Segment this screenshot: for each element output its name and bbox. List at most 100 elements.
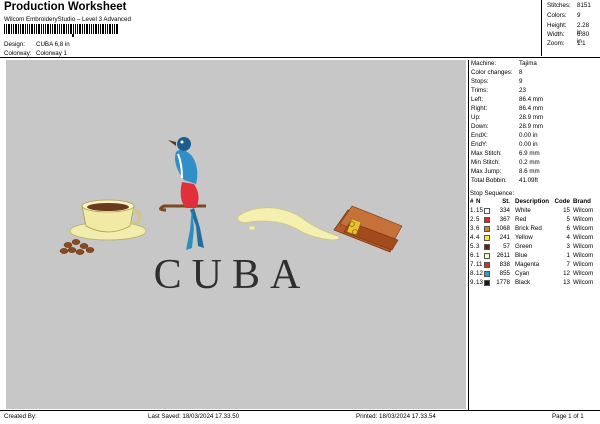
design-row: Design: CUBA 6,8 in xyxy=(4,41,70,48)
sequence-stop: 13 xyxy=(476,279,483,286)
sequence-stop: 3 xyxy=(476,243,480,250)
sequence-num: 2. xyxy=(470,216,476,223)
header-divider xyxy=(0,57,600,58)
sequence-brand: Wilcom xyxy=(573,243,594,250)
sequence-brand: Wilcom xyxy=(573,279,594,286)
colorway-label: Colorway: xyxy=(4,50,32,57)
sequence-st: 334 xyxy=(499,207,510,214)
stop-sequence-row: 5. 3 57 Green 3 Wilcom xyxy=(470,243,600,252)
info-endy: EndY: 0.00 in xyxy=(471,141,538,148)
color-swatch xyxy=(484,244,490,250)
sequence-desc: White xyxy=(515,207,531,214)
sequence-stop: 5 xyxy=(476,216,480,223)
info-machine: Machine: Tajima xyxy=(471,60,537,67)
sequence-code: 15 xyxy=(563,207,570,214)
software-name: Wilcom EmbroideryStudio – Level 3 Advanc… xyxy=(4,16,131,23)
sequence-brand: Wilcom xyxy=(573,207,594,214)
stop-sequence-row: 8. 12 855 Cyan 12 Wilcom xyxy=(470,270,600,279)
design-label: Design: xyxy=(4,41,25,48)
stop-sequence-row: 4. 4 241 Yellow 4 Wilcom xyxy=(470,234,600,243)
design-stats: Stitches: 8151 Colors: 9 Height: 2.28 in Wi… xyxy=(541,0,600,56)
page-title: Production Worksheet xyxy=(4,1,127,13)
sequence-code: 7 xyxy=(566,261,570,268)
color-swatch xyxy=(484,271,490,277)
info-right: Right: 86.4 mm xyxy=(471,105,544,112)
sequence-stop: 15 xyxy=(476,207,483,214)
sequence-brand: Wilcom xyxy=(573,261,594,268)
sequence-st: 855 xyxy=(499,270,510,277)
info-endx: EndX: 0.00 in xyxy=(471,132,538,139)
colorway-value: Colorway 1 xyxy=(36,50,67,57)
info-trims: Trims: 23 xyxy=(471,87,526,94)
stop-sequence-row: 7. 11 838 Magenta 7 Wilcom xyxy=(470,261,600,270)
info-max-stitch: Max Stitch: 6.9 mm xyxy=(471,150,540,157)
color-swatch xyxy=(484,262,490,268)
sequence-stop: 4 xyxy=(476,234,480,241)
info-color-changes: Color changes: 8 xyxy=(471,69,523,76)
stop-sequence-row: 9. 13 1778 Black 13 Wilcom xyxy=(470,279,600,288)
info-down: Down: 28.9 mm xyxy=(471,123,544,130)
design-lettering: CUBA xyxy=(154,252,311,298)
stop-sequence-title: Stop Sequence: xyxy=(470,190,515,197)
sequence-num: 4. xyxy=(470,234,476,241)
color-swatch xyxy=(484,208,490,214)
stop-sequence-row: 2. 5 367 Red 5 Wilcom xyxy=(470,216,600,225)
stop-sequence-row: 6. 1 2611 Blue 1 Wilcom xyxy=(470,252,600,261)
sequence-st: 1068 xyxy=(496,225,510,232)
color-swatch xyxy=(484,217,490,223)
coffee-cup-image xyxy=(69,199,147,241)
sequence-brand: Wilcom xyxy=(573,252,594,259)
cuba-island-image xyxy=(237,207,340,241)
sequence-stop: 11 xyxy=(476,261,483,268)
sequence-num: 7. xyxy=(470,261,476,268)
design-value: CUBA 6,8 in xyxy=(36,41,70,48)
sequence-code: 6 xyxy=(566,225,570,232)
sequence-code: 3 xyxy=(566,243,570,250)
sequence-stop: 1 xyxy=(476,252,480,259)
stop-sequence-row: 1. 15 334 White 15 Wilcom xyxy=(470,207,600,216)
sequence-stop: 6 xyxy=(476,225,480,232)
tocororo-bird-image xyxy=(159,137,206,250)
sequence-desc: Brick Red xyxy=(515,225,542,232)
sequence-num: 8. xyxy=(470,270,476,277)
info-stops: Stops: 9 xyxy=(471,78,523,85)
design-preview: CUBA xyxy=(6,60,466,409)
stop-sequence-row: 3. 6 1068 Brick Red 6 Wilcom xyxy=(470,225,600,234)
info-max-jump: Max Jump: 8.6 mm xyxy=(471,168,540,175)
sequence-desc: Green xyxy=(515,243,533,250)
color-swatch xyxy=(484,235,490,241)
sequence-brand: Wilcom xyxy=(573,270,594,277)
sequence-st: 367 xyxy=(499,216,510,223)
sequence-st: 2611 xyxy=(496,252,510,259)
info-min-stitch: Min Stitch: 0.2 mm xyxy=(471,159,540,166)
sequence-code: 13 xyxy=(563,279,570,286)
barcode xyxy=(4,24,118,37)
sequence-desc: Black xyxy=(515,279,531,286)
sequence-num: 9. xyxy=(470,279,476,286)
sequence-st: 57 xyxy=(503,243,510,250)
color-swatch xyxy=(484,280,490,286)
sequence-st: 241 xyxy=(499,234,510,241)
footer-last-saved: Last Saved: 18/03/2024 17.33.50 xyxy=(148,413,240,420)
sequence-desc: Blue xyxy=(515,252,528,259)
footer-created-by: Created By: xyxy=(4,413,37,420)
sequence-num: 5. xyxy=(470,243,476,250)
sequence-desc: Red xyxy=(515,216,527,223)
footer-divider xyxy=(0,410,600,411)
color-swatch xyxy=(484,226,490,232)
cigars-image xyxy=(333,205,403,253)
coffee-beans-image xyxy=(59,239,95,255)
footer-page-number: Page 1 of 1 xyxy=(552,413,584,420)
sequence-st: 1778 xyxy=(496,279,510,286)
sequence-num: 6. xyxy=(470,252,476,259)
sequence-code: 4 xyxy=(566,234,570,241)
color-swatch xyxy=(484,253,490,259)
sequence-desc: Yellow xyxy=(515,234,533,241)
sequence-st: 838 xyxy=(499,261,510,268)
info-up: Up: 28.9 mm xyxy=(471,114,544,121)
sequence-code: 12 xyxy=(563,270,570,277)
sequence-desc: Cyan xyxy=(515,270,530,277)
sequence-brand: Wilcom xyxy=(573,234,594,241)
sequence-num: 3. xyxy=(470,225,476,232)
colorway-row: Colorway: Colorway 1 xyxy=(4,50,67,57)
